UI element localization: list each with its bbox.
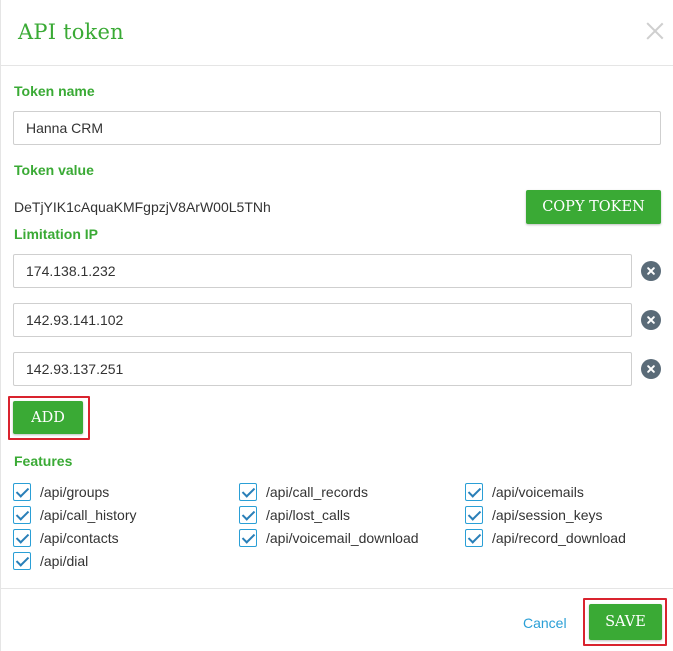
dialog-title: API token	[18, 20, 124, 44]
checkbox-checked-icon[interactable]	[239, 529, 257, 547]
feature-groups[interactable]: /api/groups	[13, 482, 109, 502]
feature-session-keys[interactable]: /api/session_keys	[465, 505, 603, 525]
checkbox-checked-icon[interactable]	[13, 529, 31, 547]
save-button[interactable]: SAVE	[589, 604, 662, 640]
token-value-label: Token value	[14, 162, 94, 178]
cancel-link[interactable]: Cancel	[523, 615, 567, 631]
api-token-dialog: API token Token name Token value DeTjYIK…	[0, 0, 673, 651]
checkbox-checked-icon[interactable]	[239, 483, 257, 501]
features-label: Features	[14, 453, 73, 469]
token-name-input[interactable]	[13, 111, 661, 145]
remove-ip-icon[interactable]	[641, 359, 661, 379]
feature-contacts[interactable]: /api/contacts	[13, 528, 119, 548]
feature-record-download[interactable]: /api/record_download	[465, 528, 626, 548]
dialog-footer	[1, 588, 673, 651]
limitation-ip-label: Limitation IP	[14, 226, 98, 242]
close-icon[interactable]	[644, 20, 666, 42]
checkbox-checked-icon[interactable]	[13, 483, 31, 501]
feature-voicemails[interactable]: /api/voicemails	[465, 482, 584, 502]
remove-ip-icon[interactable]	[641, 261, 661, 281]
feature-call-history[interactable]: /api/call_history	[13, 505, 137, 525]
feature-dial[interactable]: /api/dial	[13, 551, 88, 571]
checkbox-checked-icon[interactable]	[13, 506, 31, 524]
add-ip-button[interactable]: ADD	[13, 401, 83, 434]
copy-token-button[interactable]: COPY TOKEN	[526, 190, 661, 224]
checkbox-checked-icon[interactable]	[13, 552, 31, 570]
remove-ip-icon[interactable]	[641, 310, 661, 330]
ip-input-2[interactable]	[13, 303, 632, 337]
dialog-header: API token	[1, 0, 673, 66]
checkbox-checked-icon[interactable]	[465, 529, 483, 547]
ip-input-3[interactable]	[13, 352, 632, 386]
checkbox-checked-icon[interactable]	[465, 483, 483, 501]
feature-voicemail-download[interactable]: /api/voicemail_download	[239, 528, 419, 548]
token-value-text: DeTjYIK1cAquaKMFgpzjV8ArW00L5TNh	[14, 199, 271, 215]
feature-call-records[interactable]: /api/call_records	[239, 482, 368, 502]
checkbox-checked-icon[interactable]	[465, 506, 483, 524]
checkbox-checked-icon[interactable]	[239, 506, 257, 524]
feature-lost-calls[interactable]: /api/lost_calls	[239, 505, 350, 525]
token-name-label: Token name	[14, 83, 95, 99]
ip-input-1[interactable]	[13, 254, 632, 288]
